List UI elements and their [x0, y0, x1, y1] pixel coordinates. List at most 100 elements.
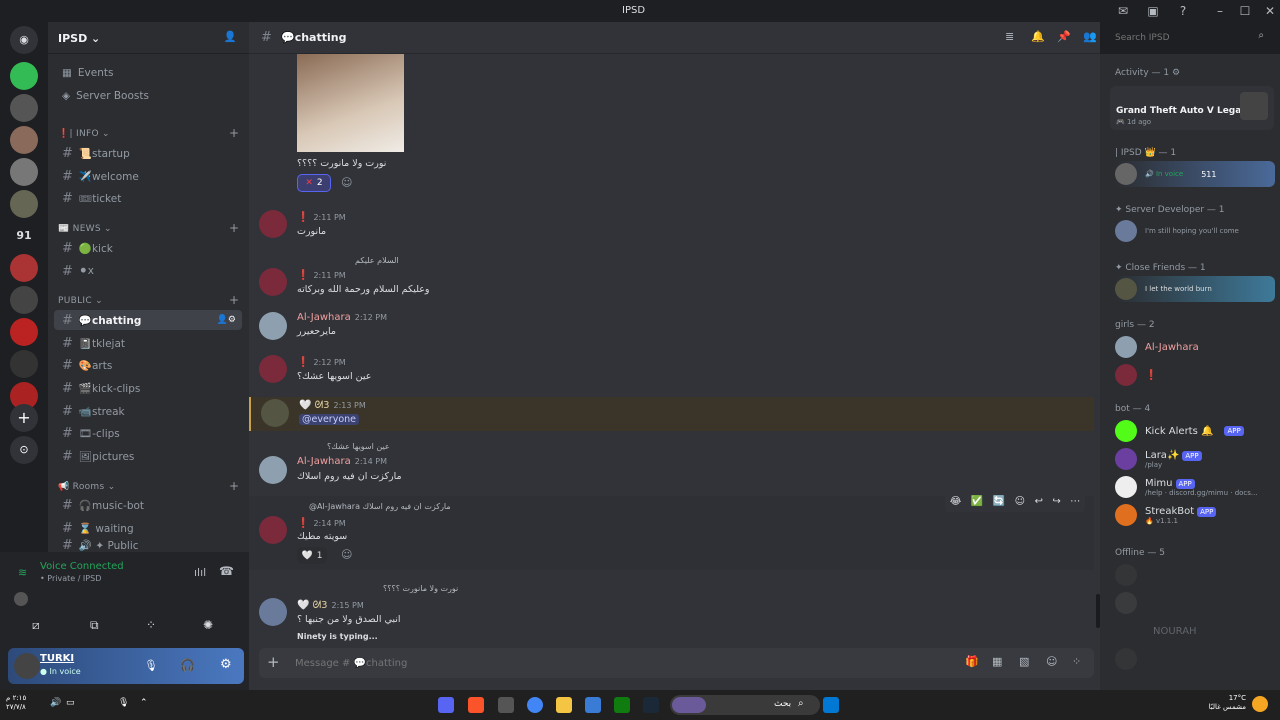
avatar[interactable]: [14, 653, 40, 679]
events-item[interactable]: ▦ Events: [54, 63, 242, 83]
emoji-icon[interactable]: ☺: [1046, 655, 1057, 668]
discord-taskbar-icon[interactable]: [438, 697, 454, 713]
category-info[interactable]: ❗| INFO ⌄: [58, 129, 110, 139]
add-channel-icon[interactable]: +: [229, 293, 239, 307]
member-item[interactable]: I'm still hoping you'll come: [1115, 218, 1275, 244]
member-item[interactable]: NOURAH: [1115, 618, 1275, 644]
discord-home-icon[interactable]: ◉: [10, 26, 38, 54]
channel-welcome[interactable]: # ✈️welcome: [54, 166, 242, 186]
gift-icon[interactable]: 🎁: [965, 655, 979, 668]
member-item[interactable]: [1115, 590, 1275, 616]
voice-public[interactable]: # 🔊 ✦ Public: [54, 539, 242, 551]
category-rooms[interactable]: 📢 Rooms ⌄: [58, 482, 116, 492]
refresh-icon[interactable]: 🔄: [993, 496, 1005, 507]
boosts-item[interactable]: ◈ Server Boosts: [54, 86, 242, 106]
channel-kick-clips[interactable]: # 🎬kick-clips: [54, 378, 242, 398]
screen-share-icon[interactable]: ⧉: [90, 618, 99, 633]
category-news[interactable]: 📰 NEWS ⌄: [58, 224, 112, 234]
channel-pictures[interactable]: # 🖼pictures: [54, 446, 242, 466]
add-server-icon[interactable]: +: [10, 404, 38, 432]
avatar[interactable]: [259, 516, 287, 544]
member-kick-alerts[interactable]: Kick Alerts 🔔 APP: [1115, 418, 1275, 444]
channel-streak[interactable]: # 📹streak: [54, 401, 242, 421]
activities-icon[interactable]: ⁘: [146, 618, 156, 632]
message-image[interactable]: [297, 54, 404, 152]
reply-preview[interactable]: @Al-Jawhara مارکزت ان فيه روم اسلاك: [309, 502, 451, 511]
channel-tklejat[interactable]: # 📓tklejat: [54, 333, 242, 353]
member-lara[interactable]: Lara✨ APP/play: [1115, 446, 1275, 472]
channel-clips[interactable]: # 🎞-clips: [54, 423, 242, 443]
avatar[interactable]: [14, 592, 28, 606]
user-panel[interactable]: TURKI ● In voice 🎙 🎧 ⚙: [8, 648, 244, 684]
avatar[interactable]: [261, 399, 289, 427]
signal-icon[interactable]: ≋: [18, 566, 27, 579]
reply-preview[interactable]: عين اسويها عشك؟: [327, 442, 390, 451]
app-taskbar-icon[interactable]: [498, 697, 514, 713]
explorer-taskbar-icon[interactable]: [556, 697, 572, 713]
voice-waiting[interactable]: # ⌛ waiting: [54, 518, 242, 538]
add-reaction-icon[interactable]: ☺: [341, 548, 352, 561]
member-item[interactable]: 🔊 In voice 511: [1115, 161, 1275, 187]
channel-chatting[interactable]: # 💬chatting 👤⚙: [54, 310, 242, 330]
server-icon[interactable]: [10, 318, 38, 346]
channel-kick[interactable]: # 🟢kick: [54, 238, 242, 258]
add-attachment-icon[interactable]: +: [267, 653, 280, 671]
members-icon[interactable]: 👥: [1083, 30, 1097, 43]
store-taskbar-icon[interactable]: [585, 697, 601, 713]
server-icon[interactable]: [10, 62, 38, 90]
avatar[interactable]: [259, 355, 287, 383]
server-icon[interactable]: [10, 158, 38, 186]
channel-arts[interactable]: # 🎨arts: [54, 355, 242, 375]
server-icon[interactable]: [10, 126, 38, 154]
inbox-icon[interactable]: ✉: [1115, 3, 1131, 19]
server-icon[interactable]: [10, 350, 38, 378]
noise-icon[interactable]: ılıl: [194, 566, 206, 579]
voice-status[interactable]: Voice Connected: [40, 561, 124, 572]
member-item[interactable]: I let the world burn: [1115, 276, 1275, 302]
add-channel-icon[interactable]: +: [229, 126, 239, 140]
screen-icon[interactable]: ▣: [1145, 3, 1161, 19]
disconnect-icon[interactable]: ☎: [219, 564, 234, 578]
threads-icon[interactable]: ≣: [1005, 30, 1014, 43]
member-mimu[interactable]: Mimu APP/help · discord.gg/mimu · docs...: [1115, 474, 1275, 500]
reply-preview[interactable]: نورت ولا مانورت ؟؟؟؟: [383, 584, 458, 593]
discover-icon[interactable]: ⊙: [10, 436, 38, 464]
xbox-taskbar-icon[interactable]: [614, 697, 630, 713]
member-item[interactable]: ❗: [1115, 362, 1275, 388]
maximize-icon[interactable]: ☐: [1237, 3, 1253, 19]
help-icon[interactable]: ?: [1175, 3, 1191, 19]
minimize-icon[interactable]: –: [1212, 3, 1228, 19]
headphones-icon[interactable]: 🎧: [180, 658, 195, 672]
steam-taskbar-icon[interactable]: [643, 697, 659, 713]
more-icon[interactable]: ⋯: [1070, 496, 1080, 507]
activity-card[interactable]: Grand Theft Auto V Legacy 🎮 1d ago: [1110, 86, 1274, 130]
reaction[interactable]: ✕ 2: [297, 174, 331, 192]
add-reaction-icon[interactable]: ☺: [341, 176, 352, 189]
volume-icon[interactable]: 🔊: [50, 698, 61, 708]
member-item[interactable]: [1115, 646, 1275, 672]
settings-icon[interactable]: 👤⚙: [217, 315, 236, 325]
server-icon[interactable]: [10, 190, 38, 218]
sticker-icon[interactable]: ▧: [1019, 655, 1029, 668]
soundboard-icon[interactable]: ✺: [203, 618, 213, 632]
category-public[interactable]: PUBLIC ⌄: [58, 296, 103, 306]
search-input[interactable]: [1115, 30, 1245, 45]
forward-icon[interactable]: ↪: [1052, 496, 1060, 507]
search-icon[interactable]: ⌕: [1258, 30, 1264, 41]
add-reaction-icon[interactable]: ☺: [1015, 496, 1025, 507]
avatar[interactable]: [259, 268, 287, 296]
avatar[interactable]: [259, 598, 287, 626]
avatar[interactable]: [259, 210, 287, 238]
gif-icon[interactable]: ▦: [992, 655, 1002, 668]
server-icon[interactable]: [10, 94, 38, 122]
emoji-laugh-icon[interactable]: 😂: [950, 496, 962, 507]
bell-icon[interactable]: 🔔: [1031, 30, 1045, 43]
member-item[interactable]: Al-Jawhara: [1115, 334, 1275, 360]
reaction[interactable]: 🤍 1: [297, 547, 327, 564]
apps-icon[interactable]: ⁘: [1072, 655, 1081, 668]
reply-preview[interactable]: السلام عليكم: [355, 256, 399, 265]
server-icon[interactable]: [10, 286, 38, 314]
member-item[interactable]: [1115, 562, 1275, 588]
reply-icon[interactable]: ↩: [1035, 496, 1043, 507]
channel-ticket[interactable]: # 🎟ticket: [54, 188, 242, 208]
